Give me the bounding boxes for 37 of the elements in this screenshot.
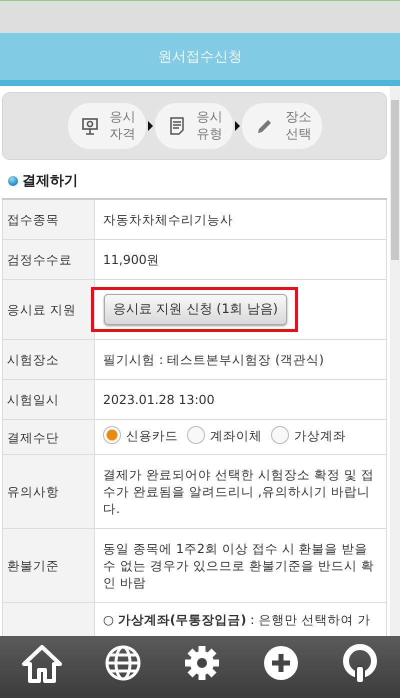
easel-icon bbox=[82, 117, 98, 135]
row-label: 결제수단 bbox=[2, 420, 94, 454]
row-label: 시험장소 bbox=[2, 340, 94, 380]
apply-button[interactable]: 응시료 지원 신청 (1회 남음) bbox=[104, 294, 287, 325]
step-item[interactable]: 응시 자격 bbox=[68, 103, 146, 149]
row-value: 자동차차체수리기능사 bbox=[103, 212, 233, 227]
row-value: ○ 가상계좌(무통장입금) : 은행만 선택하여 가 bbox=[103, 612, 370, 627]
row-label: 접수종목 bbox=[2, 199, 94, 240]
radio-button[interactable] bbox=[103, 426, 121, 444]
row-label: 응시료 지원 bbox=[2, 280, 94, 340]
radio-label[interactable]: 신용카드 bbox=[126, 426, 178, 444]
radio-label[interactable]: 계좌이체 bbox=[210, 426, 262, 444]
power-icon[interactable] bbox=[341, 644, 380, 684]
row-value: 2023.01.28 13:00 bbox=[103, 392, 215, 407]
page-title: 원서접수신청 bbox=[158, 48, 242, 66]
home-icon[interactable] bbox=[20, 644, 63, 684]
row-label: 유의사항 bbox=[2, 454, 94, 528]
step-item[interactable]: 응시 유형 bbox=[154, 103, 232, 149]
pencil-icon bbox=[256, 117, 274, 135]
document-icon bbox=[168, 117, 184, 135]
settings-icon[interactable] bbox=[182, 644, 221, 682]
radio-button[interactable] bbox=[270, 426, 289, 444]
row-value: 필기시험 : 테스트본부시험장 (객관식) bbox=[103, 352, 324, 367]
step-item[interactable]: 장소 선택 bbox=[242, 103, 322, 149]
globe-icon[interactable] bbox=[104, 644, 142, 682]
radio-label[interactable]: 가상계좌 bbox=[294, 426, 346, 444]
row-value: 11,900원 bbox=[103, 252, 160, 267]
row-label: 환불기준 bbox=[2, 528, 94, 602]
row-label: 검정수수료 bbox=[2, 240, 94, 280]
radio-button[interactable] bbox=[186, 426, 205, 444]
section-title: 결제하기 bbox=[22, 172, 78, 190]
row-value: 동일 종목에 1주2회 이상 접수 시 환불을 받을 수 없는 경우가 있으므로 환불기준을 반드시 확인 바람 bbox=[103, 541, 374, 590]
plus-icon[interactable] bbox=[262, 644, 300, 682]
bullet-icon bbox=[8, 176, 18, 186]
row-value: 결제가 완료되어야 선택한 시험장소 확정 및 접수가 완료됨을 알려드리니 ,유의하시기 바랍니다. bbox=[103, 467, 374, 516]
scrollbar[interactable] bbox=[390, 86, 400, 636]
row-label: 시험일시 bbox=[2, 380, 94, 420]
